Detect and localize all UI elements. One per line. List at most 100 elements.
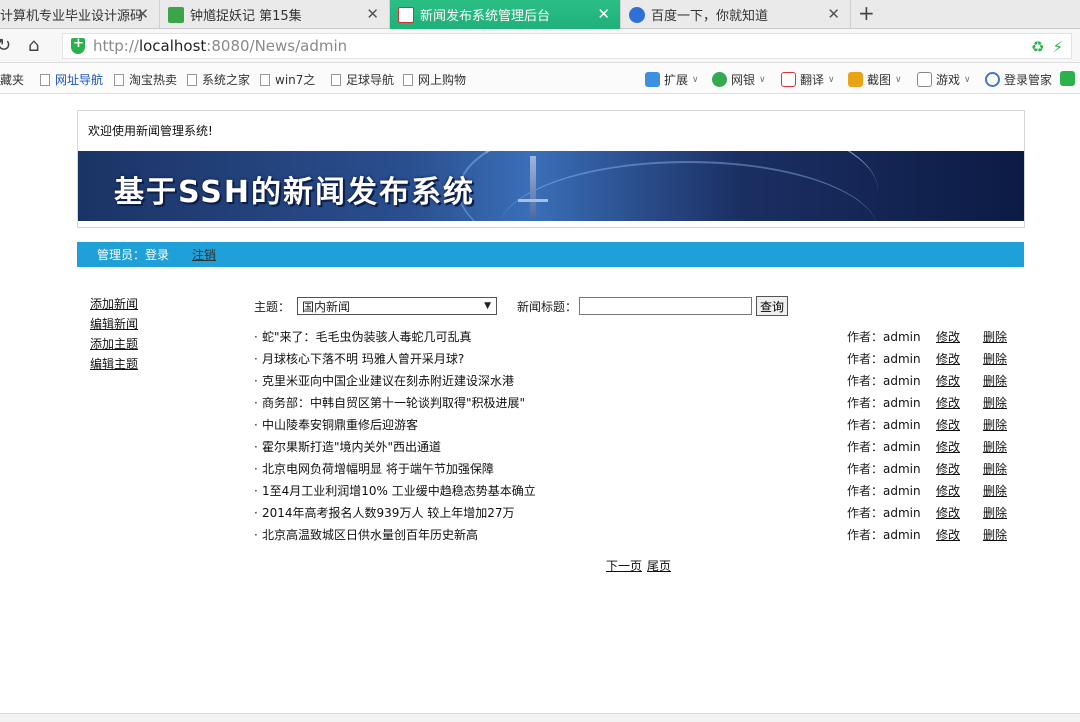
reader-icon[interactable] [1060,71,1079,86]
tab-video[interactable]: 钟馗捉妖记 第15集 ✕ [160,0,390,29]
news-row: · 中山陵奉安铜鼎重修后迎游客 作者： admin 修改 删除 [254,414,1014,436]
news-row: · 1至4月工业利润增10% 工业缓中趋稳态势基本确立 作者： admin 修改 删除 [254,480,1014,502]
bullet-icon: · [254,396,258,410]
chevron-down-icon: ∨ [692,74,699,85]
edit-link[interactable]: 修改 [936,480,960,502]
bookmark-xitong[interactable]: 系统之家 [187,71,250,88]
bookmark-taobao[interactable]: 淘宝热卖 [114,71,177,88]
home-icon[interactable]: ⌂ [28,35,39,56]
delete-link[interactable]: 删除 [983,392,1007,414]
book-icon [1060,71,1075,86]
tool-login-manager[interactable]: 登录管家 [985,71,1052,88]
baidu-paw-icon [629,6,645,23]
edit-link[interactable]: 修改 [936,458,960,480]
news-title: 2014年高考报名人数939万人 较上年增加27万 [262,506,515,520]
logout-link[interactable]: 注销 [192,246,216,263]
last-page-link[interactable]: 尾页 [647,557,671,574]
news-title: 商务部：中韩自贸区第十一轮谈判取得"积极进展" [262,396,526,410]
add-topic-link[interactable]: 添加主题 [90,334,190,354]
next-page-link[interactable]: 下一页 [606,557,642,574]
author-label: 作者： [847,396,884,410]
search-button[interactable]: 查询 [756,296,789,316]
bookmark-shopping[interactable]: 网上购物 [403,71,466,88]
search-form: 主题： 国内新闻 ▼ 新闻标题： 查询 [254,296,789,316]
tool-screenshot[interactable]: 截图 ∨ [848,71,902,88]
topic-selected-value: 国内新闻 [302,299,351,314]
bookmark-win7[interactable]: win7之 [260,71,315,88]
close-icon[interactable]: ✕ [136,6,149,22]
author-name: admin [883,484,921,498]
edit-link[interactable]: 修改 [936,524,960,546]
url-field[interactable]: http:// localhost :8080/News/admin ♻ ⚡ [62,33,1072,59]
tool-bank[interactable]: 网银 ∨ [712,71,766,88]
search-icon [985,72,1000,87]
tab-baidu[interactable]: 百度一下，你就知道 ✕ [621,0,851,29]
close-icon[interactable]: ✕ [366,6,379,22]
news-row: · 蛇"来了：毛毛虫伪装骇人毒蛇几可乱真 作者： admin 修改 删除 [254,326,1014,348]
tool-translate[interactable]: 翻译 ∨ [781,71,835,88]
bookmarks-bar: 收藏夹 网址导航 淘宝热卖 系统之家 win7之 足球导航 网上购物 扩展∨ 网… [0,63,1080,94]
delete-link[interactable]: 删除 [983,480,1007,502]
add-news-link[interactable]: 添加新闻 [90,294,190,314]
tool-extensions[interactable]: 扩展 ∨ [645,71,699,88]
delete-link[interactable]: 删除 [983,414,1007,436]
login-link[interactable]: 登录 [145,246,169,263]
delete-link[interactable]: 删除 [983,458,1007,480]
delete-link[interactable]: 删除 [983,502,1007,524]
news-row: · 克里米亚向中国企业建议在刻赤附近建设深水港 作者： admin 修改 删除 [254,370,1014,392]
author-label: 作者： [847,506,884,520]
topic-select[interactable]: 国内新闻 ▼ [297,297,498,315]
author-label: 作者： [847,528,884,542]
lightning-icon[interactable]: ⚡ [1052,38,1063,56]
bookmark-nav[interactable]: 网址导航 [40,71,103,88]
author-name: admin [883,440,921,454]
edit-link[interactable]: 修改 [936,392,960,414]
title-search-input[interactable] [579,297,753,315]
author-name: admin [883,352,921,366]
news-row: · 北京电网负荷增幅明显 将于端午节加强保障 作者： admin 修改 删除 [254,458,1014,480]
edit-link[interactable]: 修改 [936,502,960,524]
delete-link[interactable]: 删除 [983,326,1007,348]
status-bar [0,713,1080,722]
tab-news-admin[interactable]: 新闻发布系统管理后台 ✕ [390,0,621,29]
delete-link[interactable]: 删除 [983,348,1007,370]
author-label: 作者： [847,484,884,498]
tab-source-code[interactable]: 计算机专业毕业设计源码 ✕ [0,0,160,29]
close-icon[interactable]: ✕ [827,6,840,22]
author-name: admin [883,396,921,410]
news-row: · 霍尔果斯打造"境内关外"西出通道 作者： admin 修改 删除 [254,436,1014,458]
bookmark-football[interactable]: 足球导航 [331,71,394,88]
edit-news-link[interactable]: 编辑新闻 [90,314,190,334]
edit-link[interactable]: 修改 [936,414,960,436]
edit-link[interactable]: 修改 [936,436,960,458]
browser-tab-bar: 计算机专业毕业设计源码 ✕ 钟馗捉妖记 第15集 ✕ 新闻发布系统管理后台 ✕ … [0,0,1080,29]
edit-link[interactable]: 修改 [936,370,960,392]
delete-link[interactable]: 删除 [983,370,1007,392]
edit-link[interactable]: 修改 [936,326,960,348]
delete-link[interactable]: 删除 [983,524,1007,546]
gamepad-icon [917,72,932,87]
bullet-icon: · [254,330,258,344]
page-icon [260,73,270,86]
banner-image: 基于SSH的新闻发布系统 [78,151,1024,221]
news-row: · 月球核心下落不明 玛雅人曾开采月球? 作者： admin 修改 删除 [254,348,1014,370]
news-title: 霍尔果斯打造"境内关外"西出通道 [262,440,442,454]
site-icon [398,6,414,23]
bookmark-favorites[interactable]: 收藏夹 [0,71,24,88]
author-name: admin [883,330,921,344]
edit-link[interactable]: 修改 [936,348,960,370]
author-label: 作者： [847,330,884,344]
author-label: 作者： [847,374,884,388]
news-title: 1至4月工业利润增10% 工业缓中趋稳态势基本确立 [262,484,536,498]
close-icon[interactable]: ✕ [597,6,610,22]
page-icon [403,73,413,86]
page-icon [114,73,124,86]
screenshot-icon [848,72,863,87]
recycle-icon[interactable]: ♻ [1031,38,1044,56]
delete-link[interactable]: 删除 [983,436,1007,458]
author-label: 作者： [847,418,884,432]
refresh-icon[interactable]: ↻ [0,35,11,56]
new-tab-button[interactable]: + [858,3,875,23]
edit-topic-link[interactable]: 编辑主题 [90,354,190,374]
tool-games[interactable]: 游戏 ∨ [917,71,971,88]
